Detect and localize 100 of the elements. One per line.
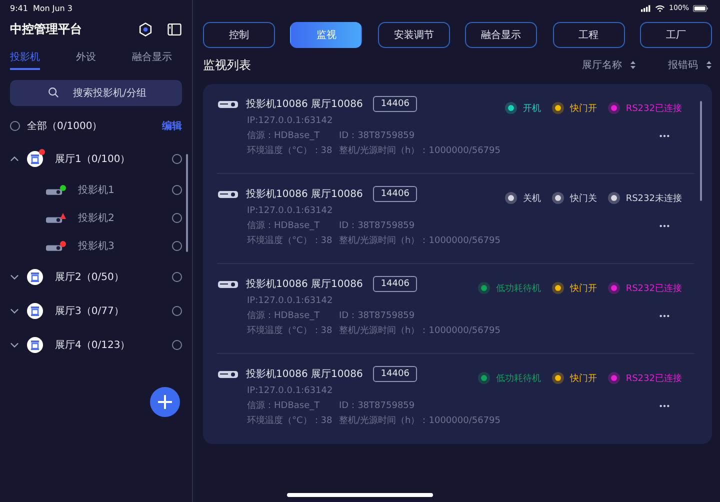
- ip-address: IP:127.0.0.1:63142: [247, 386, 333, 396]
- sidebar-tab[interactable]: 外设: [76, 46, 96, 70]
- status-date: Mon Jun 3: [32, 4, 73, 12]
- chevron-up-icon[interactable]: [10, 156, 19, 162]
- search-field[interactable]: 搜索投影机/分组: [10, 80, 182, 106]
- hall-label[interactable]: 展厅3（0/77）: [55, 304, 172, 318]
- projector-name: 投影机10086 展厅10086: [246, 278, 363, 291]
- projector-icon: [46, 244, 63, 252]
- battery-icon: [693, 4, 708, 12]
- status-label: 快门开: [570, 372, 597, 384]
- runtime-label: 整机/光源时间（h）：1000000/56795: [339, 324, 500, 337]
- source-label: 信源：HDBase_T: [247, 220, 321, 232]
- status-label: 快门开: [570, 282, 597, 294]
- more-icon[interactable]: [659, 404, 670, 408]
- search-icon: [48, 87, 59, 98]
- source-label: 信源：HDBase_T: [247, 310, 321, 322]
- projector-name: 投影机10086 展厅10086: [246, 368, 363, 381]
- temperature-label: 环境温度（°C）：38: [247, 414, 334, 427]
- chevron-down-icon[interactable]: [10, 274, 19, 280]
- nav-tab[interactable]: 融合显示: [465, 22, 538, 48]
- list-title: 监视列表: [203, 56, 252, 74]
- error-code-tag: 14406: [372, 96, 418, 112]
- radio-button[interactable]: [172, 185, 182, 195]
- more-icon[interactable]: [659, 224, 670, 228]
- add-button[interactable]: [150, 387, 180, 417]
- radio-button[interactable]: [172, 340, 182, 350]
- radio-button[interactable]: [10, 121, 20, 131]
- projector-label[interactable]: 投影机1: [78, 183, 172, 197]
- sidebar-tab[interactable]: 投影机: [10, 46, 40, 70]
- runtime-label: 整机/光源时间（h）：1000000/56795: [339, 234, 500, 247]
- ip-address: IP:127.0.0.1:63142: [247, 206, 333, 216]
- nav-tab[interactable]: 工厂: [640, 22, 712, 48]
- error-code-tag: 14406: [372, 276, 418, 292]
- sort-button[interactable]: 报错码: [668, 58, 712, 72]
- radio-button[interactable]: [172, 154, 182, 164]
- source-label: 信源：HDBase_T: [247, 130, 321, 142]
- plus-icon: [157, 394, 173, 410]
- more-icon[interactable]: [659, 314, 670, 318]
- hall-label[interactable]: 展厅4（0/123）: [55, 338, 172, 352]
- error-code-tag: 14406: [372, 186, 418, 202]
- hall-label[interactable]: 展厅1（0/100）: [55, 152, 172, 166]
- sort-icon: [630, 60, 636, 70]
- hall-icon: [27, 269, 43, 285]
- status-time: 9:41: [10, 4, 28, 12]
- status-label: RS232未连接: [626, 192, 682, 204]
- settings-icon[interactable]: [138, 22, 153, 36]
- radio-button[interactable]: [172, 306, 182, 316]
- signal-icon: [640, 4, 651, 12]
- sort-button[interactable]: 展厅名称: [582, 58, 636, 72]
- nav-tab[interactable]: 安装调节: [378, 22, 450, 48]
- device-id: ID：38T8759859: [339, 400, 415, 412]
- temperature-label: 环境温度（°C）：38: [247, 144, 334, 157]
- edit-link[interactable]: 编辑: [162, 119, 182, 133]
- more-icon[interactable]: [659, 134, 670, 138]
- hall-icon: [27, 151, 43, 167]
- radio-button[interactable]: [172, 241, 182, 251]
- source-label: 信源：HDBase_T: [247, 400, 321, 412]
- all-label: 全部（0/1000）: [27, 120, 104, 133]
- chevron-down-icon[interactable]: [10, 342, 19, 348]
- nav-tab[interactable]: 工程: [552, 22, 625, 48]
- nav-tab[interactable]: 控制: [203, 22, 275, 48]
- ip-address: IP:127.0.0.1:63142: [247, 116, 333, 126]
- app-title: 中控管理平台: [10, 20, 83, 38]
- projector-icon: [217, 279, 239, 289]
- projector-name: 投影机10086 展厅10086: [246, 98, 363, 111]
- device-id: ID：38T8759859: [339, 130, 415, 142]
- sidebar-toggle-icon[interactable]: [167, 22, 182, 36]
- device-id: ID：38T8759859: [339, 310, 415, 322]
- sidebar-tab[interactable]: 融合显示: [132, 46, 172, 70]
- nav-tab[interactable]: 监视: [290, 22, 362, 48]
- temperature-label: 环境温度（°C）：38: [247, 324, 334, 337]
- projector-icon: [217, 369, 239, 379]
- hall-icon: [27, 337, 43, 353]
- projector-icon: [217, 99, 239, 109]
- error-code-tag: 14406: [372, 366, 418, 382]
- projector-name: 投影机10086 展厅10086: [246, 188, 363, 201]
- projector-icon: [46, 188, 63, 196]
- device-id: ID：38T8759859: [339, 220, 415, 232]
- hall-icon: [27, 303, 43, 319]
- projector-label[interactable]: 投影机2: [78, 211, 172, 225]
- status-label: 快门开: [570, 102, 597, 114]
- status-label: RS232已连接: [626, 102, 682, 114]
- radio-button[interactable]: [172, 272, 182, 282]
- runtime-label: 整机/光源时间（h）：1000000/56795: [339, 144, 500, 157]
- wifi-icon: [654, 4, 665, 12]
- ip-address: IP:127.0.0.1:63142: [247, 296, 333, 306]
- status-label: 关机: [522, 192, 541, 204]
- hall-label[interactable]: 展厅2（0/50）: [55, 270, 172, 284]
- projector-icon: [217, 189, 239, 199]
- radio-button[interactable]: [172, 213, 182, 223]
- status-label: 低功耗待机: [496, 372, 541, 384]
- projector-label[interactable]: 投影机3: [78, 239, 172, 253]
- runtime-label: 整机/光源时间（h）：1000000/56795: [339, 414, 500, 427]
- status-label: RS232已连接: [626, 282, 682, 294]
- chevron-down-icon[interactable]: [10, 308, 19, 314]
- status-label: RS232已连接: [626, 372, 682, 384]
- temperature-label: 环境温度（°C）：38: [247, 234, 334, 247]
- status-label: 开机: [522, 102, 541, 114]
- sort-icon: [706, 60, 712, 70]
- projector-icon: [46, 216, 63, 224]
